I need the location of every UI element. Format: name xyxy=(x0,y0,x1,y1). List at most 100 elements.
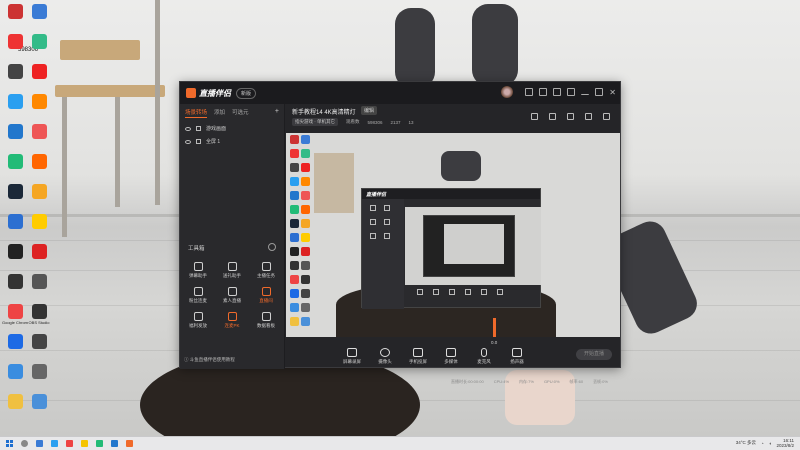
volume-slider-handle[interactable] xyxy=(493,318,496,337)
speaker-button[interactable]: 扬声器 xyxy=(506,348,528,365)
weather[interactable]: 34°C 多云 xyxy=(736,440,756,446)
toolbox-more-icon[interactable] xyxy=(268,243,276,251)
preview-desktop-icon xyxy=(290,303,299,312)
scene-item[interactable]: 全屏 1 xyxy=(180,135,284,148)
tool-button[interactable]: 连麦PK xyxy=(217,312,247,329)
desktop-icon[interactable] xyxy=(26,334,52,350)
desktop-icon[interactable]: Google Chrome xyxy=(2,304,28,325)
tab-scene[interactable]: 场景转场 xyxy=(185,108,208,118)
tool-button[interactable]: 数据看板 xyxy=(251,312,281,329)
folder-icon[interactable] xyxy=(81,440,88,447)
edge-icon[interactable] xyxy=(51,440,58,447)
bell-icon[interactable] xyxy=(585,113,592,120)
desktop-icon[interactable] xyxy=(2,394,28,410)
visibility-eye-icon[interactable] xyxy=(185,139,191,144)
camera-button[interactable]: 摄像头 xyxy=(374,348,396,365)
desktop-icon[interactable] xyxy=(2,34,28,50)
desktop-icon[interactable] xyxy=(26,34,52,50)
tab-optional[interactable]: 可选元 xyxy=(232,108,249,118)
volume-icon[interactable]: ◖ xyxy=(769,441,772,446)
clock[interactable]: 16:11 2023/8/2 xyxy=(776,438,794,448)
media-button[interactable]: 多媒体 xyxy=(440,348,462,365)
chrome-icon[interactable] xyxy=(66,440,73,447)
menu-icon[interactable] xyxy=(567,88,576,96)
visibility-eye-icon[interactable] xyxy=(185,126,191,131)
desktop-icon[interactable] xyxy=(2,214,28,230)
user-avatar[interactable] xyxy=(501,86,514,98)
scene-item[interactable]: 游戏画面 xyxy=(180,122,284,135)
live-companion-taskbar-icon[interactable] xyxy=(126,440,133,447)
desktop-icon[interactable] xyxy=(26,274,52,290)
nested-icon xyxy=(370,205,376,211)
desktop-icon[interactable]: OBS Studio xyxy=(26,304,52,325)
control-label: 屏幕录屏 xyxy=(343,359,361,364)
network-icon[interactable]: ◔ xyxy=(761,441,764,446)
desktop-icon[interactable] xyxy=(26,244,52,260)
minimize-icon[interactable] xyxy=(581,90,590,95)
tool-button[interactable]: 送礼助手 xyxy=(217,262,247,279)
desktop-icon[interactable] xyxy=(26,124,52,140)
tool-button[interactable]: 弹幕助手 xyxy=(183,262,213,279)
nested-icon xyxy=(465,289,471,295)
tool-button[interactable]: 福利发放 xyxy=(183,312,213,329)
app-icon xyxy=(7,34,23,49)
desktop-icon[interactable] xyxy=(2,124,28,140)
volume-value: 0.0 xyxy=(491,340,498,345)
category-pill[interactable]: 指尖游戏 · 单机其它 xyxy=(292,118,338,126)
tab-add[interactable]: 添加 xyxy=(214,108,225,118)
settings-icon[interactable] xyxy=(553,88,562,96)
desktop-icon[interactable] xyxy=(26,4,52,20)
wechat-icon[interactable] xyxy=(96,440,103,447)
desktop-icon[interactable] xyxy=(2,64,28,80)
desktop-icon[interactable] xyxy=(26,184,52,200)
app-icon xyxy=(31,334,47,349)
screen-record-button[interactable]: 屏幕录屏 xyxy=(341,348,363,365)
desktop-icon[interactable] xyxy=(2,184,28,200)
image-icon[interactable] xyxy=(567,113,574,120)
gift-icon[interactable] xyxy=(539,88,548,96)
tool-button[interactable]: 粉丝连麦 xyxy=(183,287,213,304)
desktop-icon[interactable] xyxy=(26,154,52,170)
desktop-icon[interactable] xyxy=(2,154,28,170)
maximize-icon[interactable] xyxy=(595,88,604,96)
window-titlebar[interactable]: 直播伴侣 新版 ✕ xyxy=(180,82,620,104)
tool-label: 直播间 xyxy=(259,298,273,303)
tutorial-tip[interactable]: ⓘ 斗鱼直播伴侣使用教程 xyxy=(184,357,235,363)
desktop-icon[interactable] xyxy=(2,94,28,110)
desktop-icon[interactable] xyxy=(26,364,52,380)
shop-icon[interactable] xyxy=(531,113,538,120)
windows-start-icon[interactable] xyxy=(6,440,13,447)
nested-icon xyxy=(384,205,390,211)
tool-button[interactable]: 直播间 xyxy=(251,287,281,304)
desktop-icon[interactable] xyxy=(26,394,52,410)
stream-preview[interactable]: 直播伴侣 xyxy=(286,133,620,337)
desktop-icon[interactable] xyxy=(2,364,28,380)
preview-desktop-icon xyxy=(301,191,310,200)
gift-box-icon[interactable] xyxy=(549,113,556,120)
desktop-icon[interactable] xyxy=(26,94,52,110)
desktop-icon[interactable] xyxy=(26,64,52,80)
tool-button[interactable]: 素人直播 xyxy=(217,287,247,304)
app-icon xyxy=(31,154,47,169)
desktop-icon[interactable] xyxy=(2,274,28,290)
version-badge[interactable]: 新版 xyxy=(236,87,257,99)
microphone-button[interactable]: 麦克风 xyxy=(473,348,495,365)
preview-chair xyxy=(314,153,354,213)
desktop-icon[interactable] xyxy=(26,214,52,230)
share-icon[interactable] xyxy=(603,113,610,120)
taskview-icon[interactable] xyxy=(36,440,43,447)
search-icon[interactable] xyxy=(21,440,28,447)
start-live-button[interactable]: 开始直播 xyxy=(576,349,612,360)
desktop-icon[interactable] xyxy=(2,244,28,260)
close-icon[interactable]: ✕ xyxy=(609,88,616,97)
edit-title-button[interactable]: 编辑 xyxy=(361,106,378,115)
qq-icon[interactable] xyxy=(111,440,118,447)
nested-icon xyxy=(370,219,376,225)
desktop-icon[interactable] xyxy=(2,4,28,20)
phone-cast-button[interactable]: 手机投屏 xyxy=(407,348,429,365)
tool-button[interactable]: 主播任务 xyxy=(251,262,281,279)
stat: GPU:0% xyxy=(543,379,560,384)
add-scene-button[interactable]: + xyxy=(275,108,279,118)
desktop-icon[interactable] xyxy=(2,334,28,350)
message-icon[interactable] xyxy=(525,88,534,96)
